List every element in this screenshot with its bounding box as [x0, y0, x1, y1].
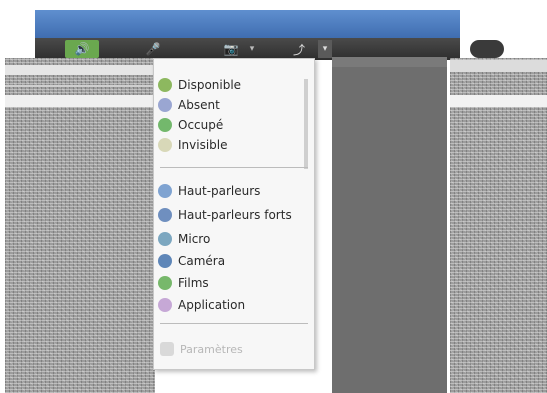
- application-icon: [158, 298, 172, 312]
- share-icon: ⤴: [292, 42, 305, 57]
- speaker-icon: [158, 184, 172, 198]
- speaker-icon: 🔊: [74, 42, 90, 56]
- speaker-loud-icon: [158, 208, 172, 222]
- menu-scrollbar[interactable]: [304, 79, 308, 169]
- microphone-icon: 🎤: [145, 42, 161, 56]
- menu-separator: [160, 323, 308, 324]
- chevron-down-icon: ▾: [249, 44, 255, 54]
- menu-item-application[interactable]: Application: [158, 295, 245, 315]
- menu-item-available[interactable]: Disponible: [158, 75, 241, 95]
- films-icon: [158, 276, 172, 290]
- window-titlebar: [35, 10, 460, 38]
- right-subheader: [450, 95, 547, 107]
- right-pane-header: [450, 60, 547, 72]
- center-panel: [332, 57, 447, 393]
- menu-separator: [160, 167, 308, 168]
- invisible-icon: [158, 138, 172, 152]
- microphone-button[interactable]: 🎤: [143, 40, 163, 58]
- menu-item-label: Paramètres: [180, 342, 243, 356]
- menu-item-label: Absent: [178, 98, 220, 112]
- available-icon: [158, 78, 172, 92]
- left-pane-header: [5, 65, 155, 75]
- camera-icon: 📷: [223, 42, 239, 56]
- busy-icon: [158, 118, 172, 132]
- camera-button[interactable]: 📷: [221, 40, 241, 58]
- center-panel-header: [332, 57, 447, 67]
- menu-item-away[interactable]: Absent: [158, 95, 220, 115]
- presence-indicator[interactable]: [470, 40, 504, 58]
- share-button[interactable]: ⤴: [289, 40, 309, 58]
- menu-item-loud-speakers[interactable]: Haut-parleurs forts: [158, 205, 292, 225]
- chevron-down-icon: ▾: [322, 44, 328, 54]
- menu-item-films[interactable]: Films: [158, 273, 209, 293]
- menu-item-label: Disponible: [178, 78, 242, 92]
- left-divider: [5, 85, 155, 87]
- menu-item-busy[interactable]: Occupé: [158, 115, 223, 135]
- settings-icon: [160, 342, 174, 356]
- menu-item-label: Films: [178, 276, 209, 290]
- menu-item-invisible[interactable]: Invisible: [158, 135, 228, 155]
- away-icon: [158, 98, 172, 112]
- right-content-pane: [450, 58, 547, 393]
- menu-item-label: Haut-parleurs forts: [178, 208, 292, 222]
- menu-item-label: Application: [178, 298, 246, 312]
- menu-item-camera[interactable]: Caméra: [158, 251, 225, 271]
- menu-item-speakers[interactable]: Haut-parleurs: [158, 181, 260, 201]
- camera-icon: [158, 254, 172, 268]
- menu-item-label: Micro: [178, 232, 211, 246]
- share-dropdown-button[interactable]: ▾: [318, 40, 332, 58]
- left-subheader: [5, 95, 155, 107]
- speaker-toggle-button[interactable]: 🔊: [65, 40, 99, 58]
- camera-dropdown-button[interactable]: ▾: [245, 40, 259, 58]
- menu-item-microphone[interactable]: Micro: [158, 229, 210, 249]
- microphone-icon: [158, 232, 172, 246]
- menu-item-settings[interactable]: Paramètres: [160, 342, 243, 356]
- menu-item-label: Caméra: [178, 254, 226, 268]
- menu-item-label: Haut-parleurs: [178, 184, 261, 198]
- menu-item-label: Invisible: [178, 138, 228, 152]
- left-content-pane: [5, 58, 155, 393]
- status-dropdown-menu: Disponible Absent Occupé Invisible Haut-…: [153, 58, 315, 370]
- menu-item-label: Occupé: [178, 118, 224, 132]
